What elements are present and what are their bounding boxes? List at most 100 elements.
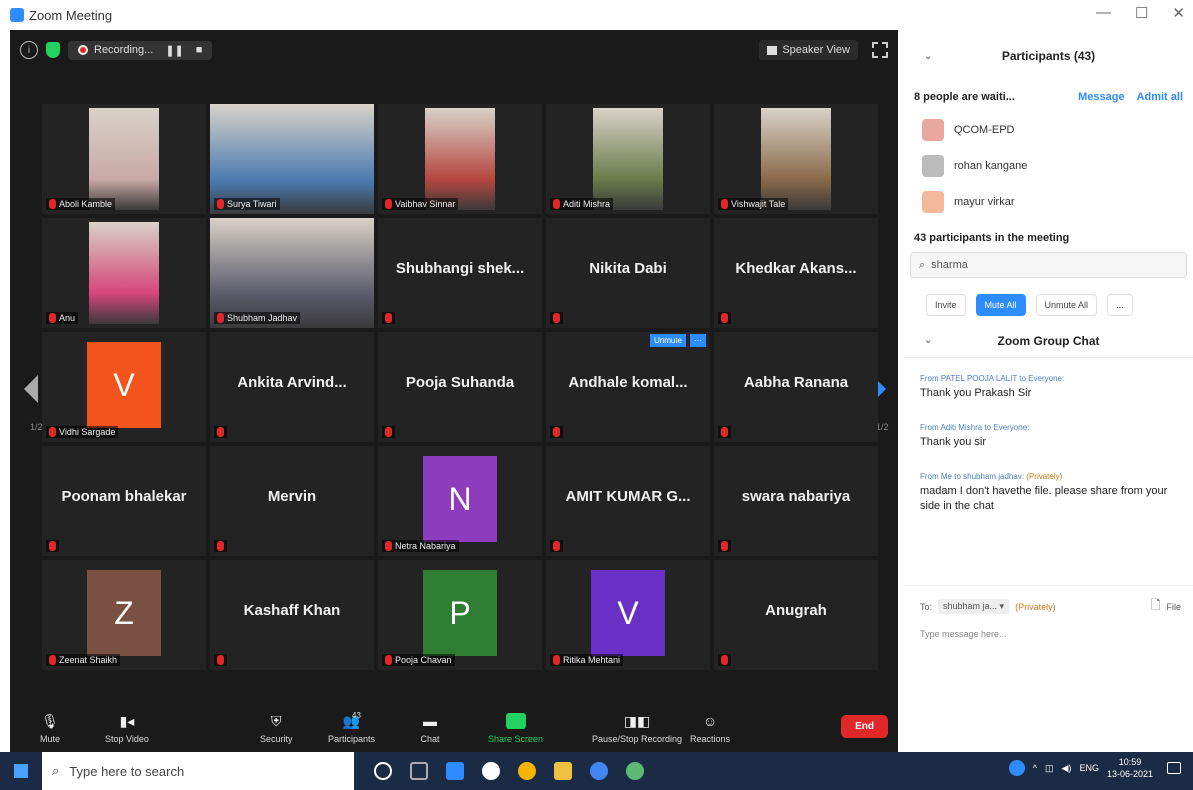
recipient-select[interactable]: shubham ja... ▾ [938, 599, 1010, 614]
toolbar-shield-button[interactable]: ⛨ Security [260, 713, 293, 745]
participant-tile[interactable]: AMIT KUMAR G... [546, 446, 710, 556]
waiting-participant-row[interactable]: rohan kangane [904, 148, 1193, 184]
network-icon[interactable]: ◫ [1045, 763, 1054, 774]
chat-message-input[interactable]: Type message here... [904, 621, 1193, 647]
encryption-shield-icon[interactable] [46, 42, 60, 58]
info-icon[interactable]: i [20, 41, 38, 59]
participant-tile[interactable]: N Netra Nabariya [378, 446, 542, 556]
participant-tile[interactable]: Vaibhav Sinnar [378, 104, 542, 214]
participant-name: Vidhi Sargade [59, 427, 116, 437]
browser-icon[interactable] [590, 762, 608, 780]
participant-tile[interactable]: Anugrah [714, 560, 878, 670]
participant-name-label [718, 540, 731, 552]
chat-collapse-chevron-icon[interactable]: ⌄ [924, 335, 932, 346]
tile-more-button[interactable]: ··· [690, 334, 706, 347]
cortana-icon[interactable] [374, 762, 392, 780]
participant-tile[interactable]: Pooja Suhanda [378, 332, 542, 442]
toolbar-chat-button[interactable]: ▬ Chat [420, 713, 440, 744]
participant-tile[interactable]: Shubhangi shek... [378, 218, 542, 328]
minimize-button[interactable]: — [1096, 4, 1111, 22]
language-indicator[interactable]: ENG [1079, 763, 1099, 773]
participant-tile[interactable]: Nikita Dabi [546, 218, 710, 328]
participant-tile[interactable]: Vishwajit Tale [714, 104, 878, 214]
previous-page-arrow-icon[interactable] [24, 375, 38, 403]
clock[interactable]: 10:59 13-06-2021 [1107, 756, 1153, 780]
participant-name: Shubham Jadhav [227, 313, 298, 323]
participant-tile[interactable]: V Ritika Mehtani [546, 560, 710, 670]
muted-microphone-icon [385, 427, 392, 437]
taskbar-search-input[interactable]: ⌕ Type here to search [42, 752, 354, 790]
participant-name-label: Ritika Mehtani [550, 654, 624, 666]
pause-icon[interactable]: ❚❚ [165, 44, 183, 57]
chrome-icon[interactable] [518, 762, 536, 780]
participant-display-name: Aabha Ranana [743, 374, 849, 391]
app-icon[interactable] [626, 762, 644, 780]
muted-microphone-icon [721, 655, 728, 665]
notification-icon[interactable] [1167, 762, 1181, 774]
zoom-tray-icon[interactable] [1008, 760, 1025, 776]
search-value: sharma [931, 259, 968, 271]
muted-microphone-icon [217, 427, 224, 437]
participant-tile[interactable]: Mervin [210, 446, 374, 556]
recording-indicator: Recording... ❚❚ ■ [68, 40, 213, 60]
participant-tile[interactable]: Aabha Ranana [714, 332, 878, 442]
end-meeting-button[interactable]: End [841, 715, 888, 738]
toolbar-camera-button[interactable]: ▮◂ Stop Video [105, 713, 149, 745]
participant-tile[interactable]: Shubham Jadhav [210, 218, 374, 328]
waiting-participant-row[interactable]: mayur virkar [904, 184, 1193, 220]
participant-tile[interactable]: Surya Tiwari [210, 104, 374, 214]
file-icon[interactable]: 🗋 [1151, 596, 1161, 617]
file-explorer-icon[interactable] [554, 762, 572, 780]
close-button[interactable]: ✕ [1172, 4, 1185, 22]
admit-all-button[interactable]: Admit all [1137, 91, 1183, 103]
more-options-button[interactable]: ... [1107, 294, 1133, 316]
toolbar-record-button[interactable]: ◨◧ Pause/Stop Recording [592, 713, 682, 745]
participant-tile[interactable]: Andhale komal... Unmute ··· [546, 332, 710, 442]
participant-gallery: Aboli Kamble Surya Tiwari Vaibhav Sinnar Ad… [40, 102, 880, 672]
start-button[interactable] [0, 752, 42, 790]
participant-name: Pooja Chavan [395, 655, 452, 665]
participant-tile[interactable]: Aditi Mishra [546, 104, 710, 214]
speaker-view-button[interactable]: Speaker View [759, 40, 858, 60]
maximize-button[interactable]: ☐ [1135, 4, 1148, 22]
participant-tile[interactable]: P Pooja Chavan [378, 560, 542, 670]
collapse-chevron-icon[interactable]: ⌄ [924, 51, 932, 62]
participant-name-label [550, 426, 563, 438]
mute-all-button[interactable]: Mute All [975, 294, 1026, 316]
sender-text: From Me to shubham jadhav: [920, 472, 1025, 481]
search-icon: ⌕ [919, 258, 926, 271]
participant-tile[interactable]: Khedkar Akans... [714, 218, 878, 328]
chevron-up-icon[interactable]: ^ [1033, 763, 1037, 773]
message-waiting-button[interactable]: Message [1078, 91, 1124, 103]
participant-tile[interactable]: Anu [42, 218, 206, 328]
zoom-app-icon[interactable] [446, 762, 464, 780]
zoom-logo-icon [10, 8, 24, 22]
volume-icon[interactable]: ◀) [1062, 763, 1072, 774]
participant-tile[interactable]: swara nabariya [714, 446, 878, 556]
unmute-participant-button[interactable]: Unmute [649, 334, 686, 347]
microphone-icon: 🎙 [41, 712, 59, 729]
toolbar-emoji-button[interactable]: ☺ Reactions [690, 713, 730, 744]
participant-tile[interactable]: Ankita Arvind... [210, 332, 374, 442]
participant-tile[interactable]: V Vidhi Sargade [42, 332, 206, 442]
participant-tile[interactable]: Kashaff Khan [210, 560, 374, 670]
unmute-all-button[interactable]: Unmute All [1035, 294, 1098, 316]
file-button[interactable]: File [1166, 602, 1181, 612]
fullscreen-icon[interactable] [872, 42, 888, 58]
toolbar-share-button[interactable]: Share Screen [488, 713, 543, 744]
participant-tile[interactable]: Z Zeenat Shaikh [42, 560, 206, 670]
waiting-participant-row[interactable]: QCOM-EPD [904, 112, 1193, 148]
system-tray: ^ ◫ ◀) ENG 10:59 13-06-2021 [1008, 756, 1181, 780]
task-view-icon[interactable] [410, 762, 428, 780]
participant-search-input[interactable]: ⌕ sharma [910, 252, 1187, 278]
chat-message-sender: From Aditi Mishra to Everyone: [920, 423, 1177, 432]
participant-tile[interactable]: Poonam bhalekar [42, 446, 206, 556]
invite-button[interactable]: Invite [926, 294, 966, 316]
toolbar-microphone-button[interactable]: 🎙 Mute [40, 712, 60, 745]
stop-icon[interactable]: ■ [196, 44, 203, 56]
participant-tile[interactable]: Aboli Kamble [42, 104, 206, 214]
toolbar-people-button[interactable]: 👥 Participants 43 [328, 711, 375, 744]
chat-message-sender: From PATEL POOJA LALIT to Everyone: [920, 374, 1177, 383]
dropbox-icon[interactable] [482, 762, 500, 780]
chat-message-text: madam I don't havethe file. please share… [920, 485, 1168, 512]
